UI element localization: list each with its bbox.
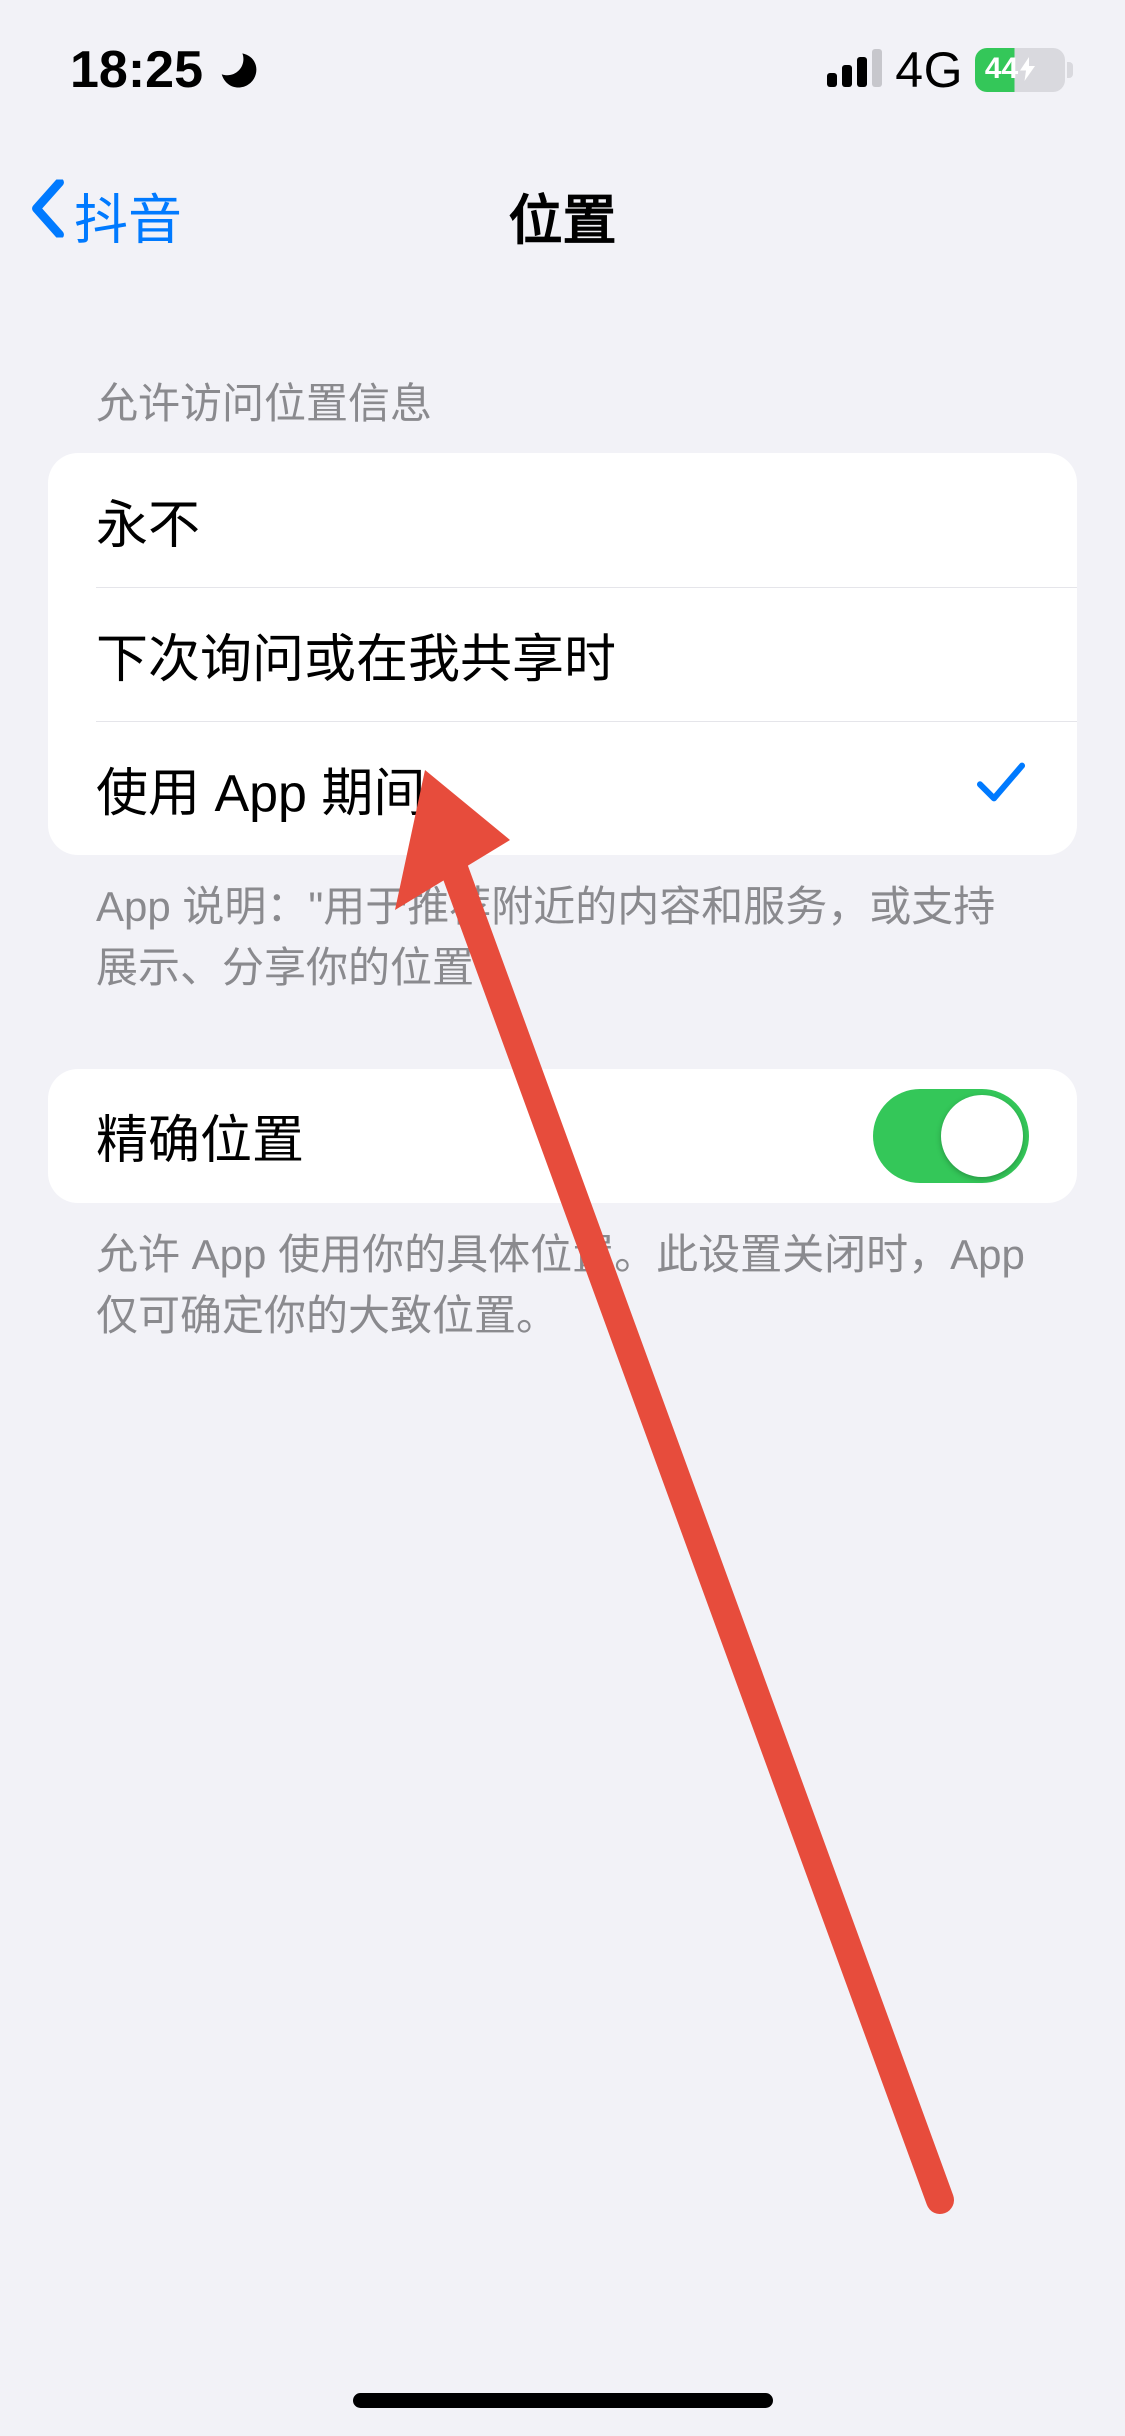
status-bar: 18:25 4G 44	[0, 0, 1125, 140]
option-label: 永不	[96, 483, 200, 558]
option-label: 使用 App 期间	[96, 751, 425, 826]
option-label: 下次询问或在我共享时	[96, 617, 616, 692]
status-right: 4G 44	[827, 41, 1065, 99]
nav-bar: 抖音 位置	[0, 150, 1125, 280]
battery-icon: 44	[975, 48, 1065, 92]
home-indicator	[353, 2393, 773, 2408]
precise-location-group: 精确位置	[48, 1069, 1077, 1203]
precise-location-footer: 允许 App 使用你的具体位置。此设置关闭时，App 仅可确定你的大致位置。	[48, 1203, 1077, 1347]
checkmark-icon	[973, 754, 1029, 823]
precise-location-row[interactable]: 精确位置	[48, 1069, 1077, 1203]
do-not-disturb-icon	[217, 49, 259, 91]
chevron-left-icon	[28, 180, 68, 251]
option-ask-next-time[interactable]: 下次询问或在我共享时	[96, 587, 1077, 721]
location-access-footer: App 说明："用于推荐附近的内容和服务，或支持展示、分享你的位置"	[48, 855, 1077, 999]
option-while-using-app[interactable]: 使用 App 期间	[96, 721, 1077, 855]
battery-percent: 44	[985, 52, 1018, 86]
status-left: 18:25	[70, 40, 259, 100]
cellular-signal-icon	[827, 49, 883, 92]
location-access-header: 允许访问位置信息	[48, 350, 1077, 453]
precise-location-switch[interactable]	[873, 1089, 1029, 1183]
page-title: 位置	[509, 176, 617, 255]
precise-location-label: 精确位置	[96, 1098, 304, 1173]
back-button[interactable]: 抖音	[28, 176, 182, 255]
status-time: 18:25	[70, 40, 203, 100]
back-label: 抖音	[74, 176, 182, 255]
content: 允许访问位置信息 永不 下次询问或在我共享时 使用 App 期间 App 说明：…	[0, 350, 1125, 1347]
location-access-group: 永不 下次询问或在我共享时 使用 App 期间	[48, 453, 1077, 855]
option-never[interactable]: 永不	[48, 453, 1077, 587]
network-type: 4G	[895, 41, 963, 99]
